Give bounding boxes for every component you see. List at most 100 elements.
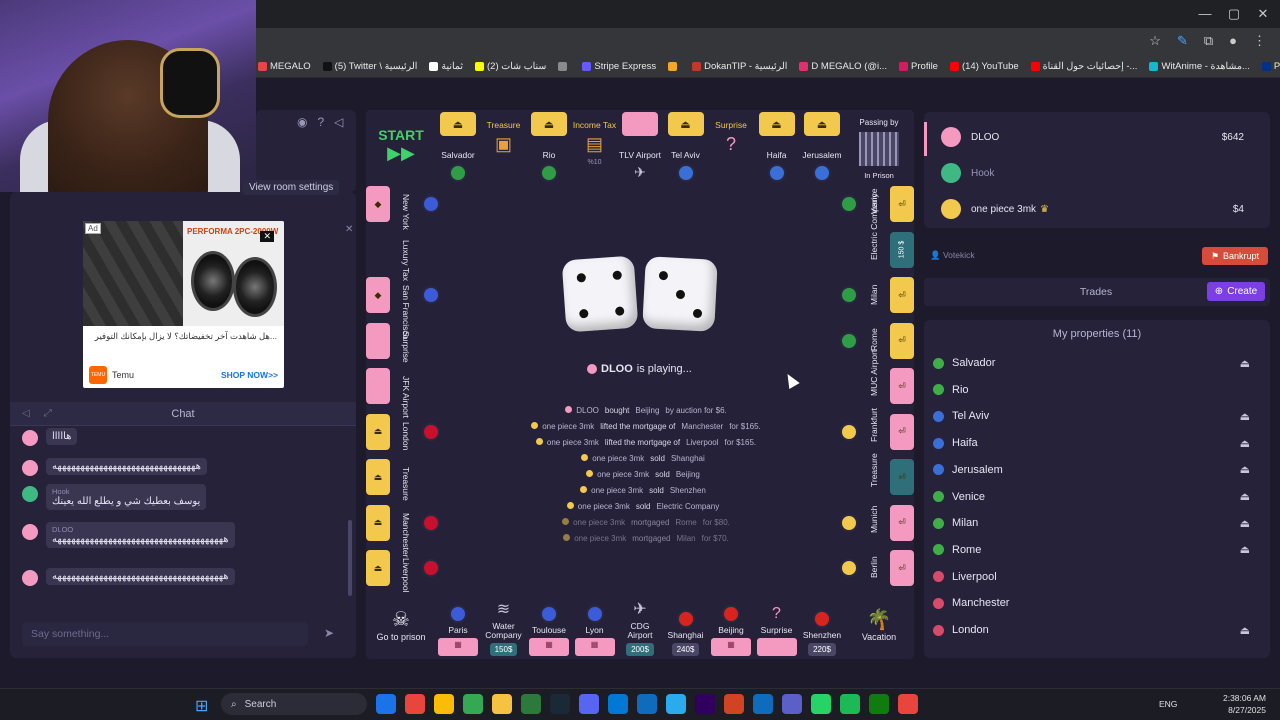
board-tile[interactable]: Milan ⏎ xyxy=(830,273,914,317)
board-tile[interactable]: Frankfurt ⏎ xyxy=(830,407,914,454)
vacation-corner[interactable]: 🌴 Vacation xyxy=(846,590,912,658)
sell-icon[interactable]: ⏏ xyxy=(1240,357,1250,370)
sell-icon[interactable]: ⏏ xyxy=(1240,437,1250,450)
taskbar-search[interactable]: ⌕ Search xyxy=(221,693,367,715)
board-tile[interactable]: Income Tax ▤ %10 xyxy=(573,112,617,188)
sell-icon[interactable]: ⏏ xyxy=(1240,624,1250,637)
bookmark-item[interactable]: ثمانية xyxy=(429,61,463,72)
bookmark-item[interactable]: (2) سناب شات xyxy=(475,61,546,72)
star-icon[interactable]: ☆ xyxy=(1149,33,1161,49)
property-row[interactable]: Rome ⏏ xyxy=(924,537,1270,563)
menu-icon[interactable]: ⋮ xyxy=(1253,33,1266,49)
board-tile[interactable]: ◆ San Francisco xyxy=(366,273,450,339)
board-tile[interactable]: ⏏ Haifa xyxy=(755,112,799,188)
sell-icon[interactable]: ⏏ xyxy=(1240,543,1250,556)
sell-icon[interactable]: ⏏ xyxy=(1240,410,1250,423)
property-row[interactable]: Rio xyxy=(924,377,1270,403)
property-row[interactable]: Salvador ⏏ xyxy=(924,350,1270,376)
bookmark-item[interactable]: PayPal: الموجز xyxy=(1261,61,1280,72)
create-trade-button[interactable]: ⊕ Create xyxy=(1207,282,1265,301)
bookmark-item[interactable]: إحصائيات حول القناة -... xyxy=(1030,61,1137,72)
taskbar-app-icon[interactable] xyxy=(376,694,396,714)
taskbar-app-icon[interactable] xyxy=(695,694,715,714)
bookmark-item[interactable] xyxy=(668,62,680,71)
sell-icon[interactable]: ⏏ xyxy=(1240,517,1250,530)
board-tile[interactable]: Munich ⏎ xyxy=(830,501,914,545)
sell-icon[interactable]: ⏏ xyxy=(1240,490,1250,503)
taskbar-app-icon[interactable] xyxy=(753,694,773,714)
property-row[interactable]: Jerusalem ⏏ xyxy=(924,457,1270,483)
taskbar-app-icon[interactable] xyxy=(550,694,570,714)
taskbar-app-icon[interactable] xyxy=(579,694,599,714)
maximize-button[interactable]: ▢ xyxy=(1219,6,1249,22)
bookmark-item[interactable]: MEGALO xyxy=(258,61,311,72)
board-tile[interactable]: JFK Airport xyxy=(366,364,450,418)
clock[interactable]: 2:38:06 AM 8/27/2025 xyxy=(1223,692,1266,716)
discord-icon[interactable]: ◉ xyxy=(297,115,307,129)
player-row[interactable]: Hook xyxy=(924,156,1270,190)
board-tile[interactable]: Toulouse ▦ xyxy=(527,578,571,658)
bankrupt-button[interactable]: ⚑ Bankrupt xyxy=(1202,247,1268,265)
bookmark-item[interactable]: WitAnime - مشاهدة... xyxy=(1149,61,1250,72)
board-tile[interactable]: Shanghai 240$ xyxy=(664,578,708,658)
taskbar-app-icon[interactable] xyxy=(434,694,454,714)
puzzle-icon[interactable]: ⧉ xyxy=(1204,33,1213,49)
close-window-button[interactable]: ✕ xyxy=(1248,6,1278,22)
board-tile[interactable]: ⏏ Tel Aviv xyxy=(664,112,708,188)
bookmark-item[interactable]: DokanTIP - الرئيسية xyxy=(692,61,787,72)
taskbar-app-icon[interactable] xyxy=(637,694,657,714)
windows-start-icon[interactable]: ⊞ xyxy=(195,696,208,716)
board-tile[interactable]: MUC Airport ⏎ xyxy=(830,350,914,408)
taskbar-app-icon[interactable] xyxy=(811,694,831,714)
property-row[interactable]: Milan ⏏ xyxy=(924,510,1270,536)
board-tile[interactable]: Paris ▦ xyxy=(436,578,480,658)
shop-now-link[interactable]: SHOP NOW>> xyxy=(221,370,278,380)
extension-icon[interactable]: ✎ xyxy=(1177,33,1188,49)
ad-close-button[interactable]: ✕ xyxy=(260,231,274,242)
send-icon[interactable]: ➤ xyxy=(324,626,334,640)
property-row[interactable]: Liverpool xyxy=(924,564,1270,590)
board-tile[interactable]: Luxury Tax xyxy=(366,228,450,281)
bookmark-item[interactable] xyxy=(558,62,570,71)
taskbar-app-icon[interactable] xyxy=(840,694,860,714)
close-icon[interactable]: ✕ xyxy=(345,224,353,235)
property-row[interactable]: Haifa ⏏ xyxy=(924,430,1270,456)
board-tile[interactable]: ⏏ London xyxy=(366,410,450,454)
language-indicator[interactable]: ENG xyxy=(1159,699,1177,709)
go-to-prison-corner[interactable]: ☠ Go to prison xyxy=(366,590,436,658)
board-tile[interactable]: ⏏ Salvador xyxy=(436,112,480,188)
player-row[interactable]: DLOO $642 xyxy=(924,120,1270,154)
view-room-settings-button[interactable]: View room settings xyxy=(243,180,340,195)
bookmark-item[interactable]: D MEGALO (@i... xyxy=(799,61,887,72)
board-tile[interactable]: ? Surprise xyxy=(755,578,799,658)
board-tile[interactable]: ⏏ Treasure xyxy=(366,455,450,501)
taskbar-app-icon[interactable] xyxy=(405,694,425,714)
taskbar-app-icon[interactable] xyxy=(869,694,889,714)
taskbar-app-icon[interactable] xyxy=(492,694,512,714)
profile-icon[interactable]: ● xyxy=(1229,33,1237,49)
board-tile[interactable]: ◆ New York xyxy=(366,182,450,230)
sound-icon[interactable]: ◁ xyxy=(334,115,343,129)
taskbar-app-icon[interactable] xyxy=(666,694,686,714)
votekick-button[interactable]: 👤 Votekick xyxy=(930,250,975,261)
taskbar-app-icon[interactable] xyxy=(782,694,802,714)
help-icon[interactable]: ? xyxy=(317,115,324,129)
board-tile[interactable]: TLV Airport ✈ xyxy=(618,112,662,188)
minimize-button[interactable]: — xyxy=(1190,6,1220,21)
advertisement[interactable]: Ad PERFORMA 2PC-2000W ✕ هل شاهدت آخر تخف… xyxy=(83,221,284,388)
player-row[interactable]: one piece 3mk ♛ $4 xyxy=(924,192,1270,226)
board-tile[interactable]: Shenzhen 220$ xyxy=(800,578,844,658)
property-row[interactable]: Manchester xyxy=(924,590,1270,616)
taskbar-app-icon[interactable] xyxy=(608,694,628,714)
board-tile[interactable]: Lyon ▦ xyxy=(573,578,617,658)
board-tile[interactable]: Treasure ⏎ xyxy=(830,453,914,499)
board-tile[interactable]: Beijing ▦ xyxy=(709,578,753,658)
property-row[interactable]: Tel Aviv ⏏ xyxy=(924,403,1270,429)
board-tile[interactable]: ⏏ Rio xyxy=(527,112,571,188)
bookmark-item[interactable]: (5) Twitter \ الرئيسية xyxy=(322,61,417,72)
taskbar-app-icon[interactable] xyxy=(724,694,744,714)
board-tile[interactable]: Treasure ▣ xyxy=(482,112,526,188)
sell-icon[interactable]: ⏏ xyxy=(1240,463,1250,476)
board-tile[interactable]: Surprise xyxy=(366,319,450,363)
board-tile[interactable]: ✈ CDG Airport 200$ xyxy=(618,578,662,658)
